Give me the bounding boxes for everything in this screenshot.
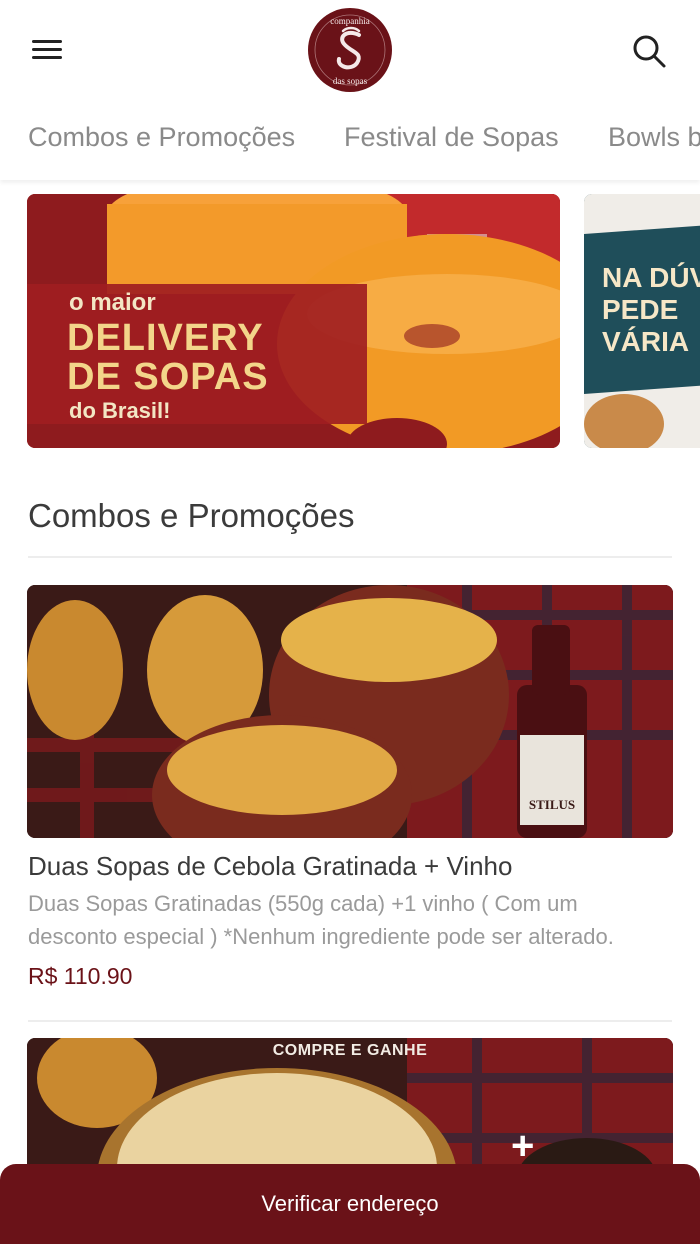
- banner2-line2: PEDE: [602, 294, 679, 325]
- menu-bar: [32, 40, 62, 43]
- banner-text-small: o maior: [69, 289, 156, 316]
- search-icon[interactable]: [626, 28, 672, 74]
- menu-bar: [32, 48, 62, 51]
- product-divider: [28, 1020, 672, 1022]
- app-header: companhia das sopas: [0, 0, 700, 100]
- promo-label: COMPRE E GANHE: [272, 1042, 428, 1059]
- product-image[interactable]: COMPRE E GANHE +: [27, 1038, 673, 1178]
- tab-bowls[interactable]: Bowls b: [608, 122, 700, 153]
- logo-text-bottom: das sopas: [333, 76, 368, 86]
- menu-bar: [32, 56, 62, 59]
- hamburger-menu-icon[interactable]: [28, 32, 68, 68]
- banner2-line1: NA DÚV: [602, 262, 700, 293]
- tab-festival-de-sopas[interactable]: Festival de Sopas: [344, 122, 559, 153]
- banner-headline-line1: DELIVERY: [67, 317, 264, 359]
- product-name[interactable]: Duas Sopas de Cebola Gratinada + Vinho: [28, 851, 512, 882]
- product-description: Duas Sopas Gratinadas (550g cada) +1 vin…: [28, 891, 614, 949]
- product-price: R$ 110.90: [28, 963, 133, 989]
- brand-logo[interactable]: companhia das sopas: [307, 7, 393, 93]
- onion-soup-illustration: STILUS: [27, 585, 673, 838]
- plus-icon: +: [511, 1124, 535, 1168]
- section-divider: [28, 556, 672, 558]
- banner-headline-line2: DE SOPAS: [67, 356, 269, 398]
- section-title: Combos e Promoções: [28, 497, 355, 534]
- product-image[interactable]: STILUS: [27, 585, 673, 838]
- promo-banner-delivery[interactable]: o maior DELIVERY DE SOPAS do Brasil!: [27, 194, 560, 448]
- promo-banner-variety[interactable]: NA DÚV PEDE VÁRIA: [584, 194, 700, 448]
- check-address-button[interactable]: Verificar endereço: [0, 1164, 700, 1244]
- category-tabs: Combos e Promoções Festival de Sopas Bow…: [0, 100, 700, 180]
- wine-label: STILUS: [529, 797, 575, 812]
- logo-text-top: companhia: [330, 16, 370, 26]
- banner2-line3: VÁRIA: [602, 326, 690, 357]
- banner-text-tail: do Brasil!: [69, 398, 171, 423]
- tab-combos-promocoes[interactable]: Combos e Promoções: [28, 122, 295, 153]
